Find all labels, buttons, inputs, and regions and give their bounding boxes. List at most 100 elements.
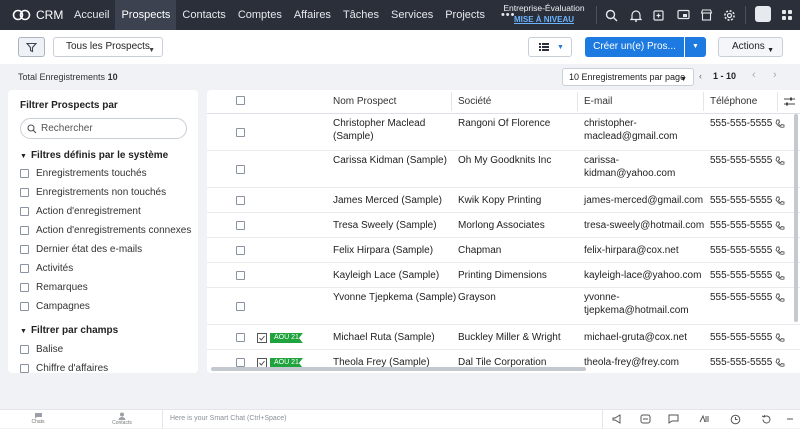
column-header-phone[interactable]: Téléphone: [710, 90, 757, 113]
nav-item-3[interactable]: Comptes: [232, 0, 288, 30]
field-filters-section[interactable]: ▼ Filtrer par champs: [20, 325, 118, 336]
view-mode-toggle[interactable]: ▼: [528, 37, 572, 57]
system-filter-item[interactable]: Activités: [20, 263, 73, 274]
row-checkbox[interactable]: [236, 302, 245, 311]
history-icon[interactable]: [761, 414, 772, 425]
lead-name-cell[interactable]: Carissa Kidman (Sample): [333, 155, 447, 168]
email-cell[interactable]: carissa-kidman@yahoo.com: [584, 155, 675, 180]
system-filter-item[interactable]: Enregistrements touchés: [20, 168, 147, 179]
phone-icon[interactable]: [775, 196, 785, 206]
select-all-checkbox[interactable]: [236, 96, 245, 105]
column-settings-icon[interactable]: [784, 97, 795, 106]
apps-grid-icon[interactable]: [779, 7, 795, 23]
email-cell[interactable]: james-merced@gmail.com: [584, 195, 703, 208]
contacts-button[interactable]: Contacts: [107, 412, 137, 426]
row-checkbox[interactable]: [236, 221, 245, 230]
row-checkbox[interactable]: [236, 128, 245, 137]
system-filter-item[interactable]: Enregistrements non touchés: [20, 187, 166, 198]
column-header-name[interactable]: Nom Prospect: [333, 90, 396, 113]
next-page-button[interactable]: ›: [773, 69, 777, 81]
filter-checkbox[interactable]: [20, 169, 29, 178]
minimize-icon[interactable]: [786, 414, 794, 424]
system-filter-item[interactable]: Action d'enregistrement: [20, 206, 141, 217]
nav-item-7[interactable]: Projects: [439, 0, 491, 30]
row-checkbox[interactable]: [236, 246, 245, 255]
row-checkbox[interactable]: [236, 271, 245, 280]
row-checkbox[interactable]: [236, 333, 245, 342]
lead-name-cell[interactable]: Christopher Maclead (Sample): [333, 118, 425, 143]
field-filter-item[interactable]: Chiffre d'affaires: [20, 363, 108, 373]
lead-name-cell[interactable]: Michael Ruta (Sample): [333, 332, 435, 345]
chats-button[interactable]: Chats: [23, 412, 53, 425]
row-checkbox[interactable]: [236, 358, 245, 367]
filter-checkbox[interactable]: [20, 302, 29, 311]
email-cell[interactable]: kayleigh-lace@yahoo.com: [584, 270, 701, 283]
lead-name-cell[interactable]: James Merced (Sample): [333, 195, 442, 208]
lead-name-cell[interactable]: Tresa Sweely (Sample): [333, 220, 437, 233]
filter-checkbox[interactable]: [20, 226, 29, 235]
filter-checkbox[interactable]: [20, 264, 29, 273]
phone-icon[interactable]: [775, 358, 785, 368]
clock-icon[interactable]: [730, 414, 741, 425]
column-header-email[interactable]: E-mail: [584, 90, 612, 113]
create-options-dropdown[interactable]: ▼: [685, 37, 706, 57]
actions-button[interactable]: Actions ▼: [718, 37, 783, 57]
store-icon[interactable]: [698, 7, 714, 23]
row-checkbox[interactable]: [236, 165, 245, 174]
email-cell[interactable]: tresa-sweely@hotmail.com: [584, 220, 704, 233]
chat-bubble-icon[interactable]: [668, 414, 679, 424]
create-lead-button[interactable]: Créer un(e) Pros...: [585, 37, 684, 57]
nav-item-4[interactable]: Affaires: [288, 0, 337, 30]
nav-item-5[interactable]: Tâches: [337, 0, 385, 30]
nav-item-6[interactable]: Services: [385, 0, 439, 30]
phone-icon[interactable]: [775, 271, 785, 281]
system-filters-section[interactable]: ▼ Filtres définis par le système: [20, 150, 168, 161]
filter-checkbox[interactable]: [20, 188, 29, 197]
phone-icon[interactable]: [775, 333, 785, 343]
filter-search-input[interactable]: Rechercher: [20, 118, 187, 139]
table-row[interactable]: Yvonne Tjepkema (Sample) Grayson yvonne-tj…: [207, 288, 800, 325]
phone-icon[interactable]: [775, 156, 785, 166]
filter-checkbox[interactable]: [20, 207, 29, 216]
filter-checkbox[interactable]: [20, 245, 29, 254]
lead-name-cell[interactable]: Felix Hirpara (Sample): [333, 245, 433, 258]
system-filter-item[interactable]: Campagnes: [20, 301, 90, 312]
nav-item-1[interactable]: Prospects: [115, 0, 177, 30]
email-cell[interactable]: christopher-maclead@gmail.com: [584, 118, 678, 143]
field-filter-item[interactable]: Balise: [20, 344, 63, 355]
announce-icon[interactable]: [612, 414, 623, 424]
table-row[interactable]: Kayleigh Lace (Sample) Printing Dimension…: [207, 263, 800, 288]
row-checkbox[interactable]: [236, 196, 245, 205]
table-row[interactable]: Tresa Sweely (Sample) Morlong Associates t…: [207, 213, 800, 238]
horizontal-scrollbar[interactable]: [211, 367, 586, 371]
table-row[interactable]: Christopher Maclead (Sample) Rangoni Of Fl…: [207, 114, 800, 151]
feedback-icon[interactable]: [640, 414, 651, 424]
email-cell[interactable]: yvonne-tjepkema@hotmail.com: [584, 292, 689, 317]
email-cell[interactable]: michael-gruta@cox.net: [584, 332, 687, 345]
phone-icon[interactable]: [775, 119, 785, 129]
system-filter-item[interactable]: Action d'enregistrements connexes: [20, 225, 191, 236]
view-select[interactable]: Tous les Prospects ▼: [53, 37, 163, 57]
phone-icon[interactable]: [775, 246, 785, 256]
system-filter-item[interactable]: Remarques: [20, 282, 88, 293]
task-icon[interactable]: [257, 333, 267, 343]
crm-logo[interactable]: CRM: [0, 8, 68, 22]
nav-item-2[interactable]: Contacts: [176, 0, 231, 30]
records-per-page-select[interactable]: 10 Enregistrements par page ▼: [562, 68, 694, 86]
email-cell[interactable]: theola-frey@frey.com: [584, 357, 679, 370]
lead-name-cell[interactable]: Kayleigh Lace (Sample): [333, 270, 439, 283]
system-filter-item[interactable]: Dernier état des e-mails: [20, 244, 142, 255]
bell-icon[interactable]: [628, 7, 644, 23]
email-cell[interactable]: felix-hirpara@cox.net: [584, 245, 679, 258]
filter-toggle-button[interactable]: [18, 37, 45, 57]
upgrade-link[interactable]: MISE À NIVEAU: [500, 14, 588, 25]
table-row[interactable]: Felix Hirpara (Sample) Chapman felix-hirpa…: [207, 238, 800, 263]
add-note-icon[interactable]: [651, 7, 667, 23]
table-row[interactable]: Carissa Kidman (Sample) Oh My Goodknits I…: [207, 151, 800, 188]
vertical-scrollbar[interactable]: [794, 114, 798, 322]
table-row[interactable]: James Merced (Sample) Kwik Kopy Printing j…: [207, 188, 800, 213]
gear-icon[interactable]: [721, 7, 737, 23]
filter-checkbox[interactable]: [20, 345, 29, 354]
lead-name-cell[interactable]: Yvonne Tjepkema (Sample): [333, 292, 456, 305]
search-icon[interactable]: [603, 7, 619, 23]
